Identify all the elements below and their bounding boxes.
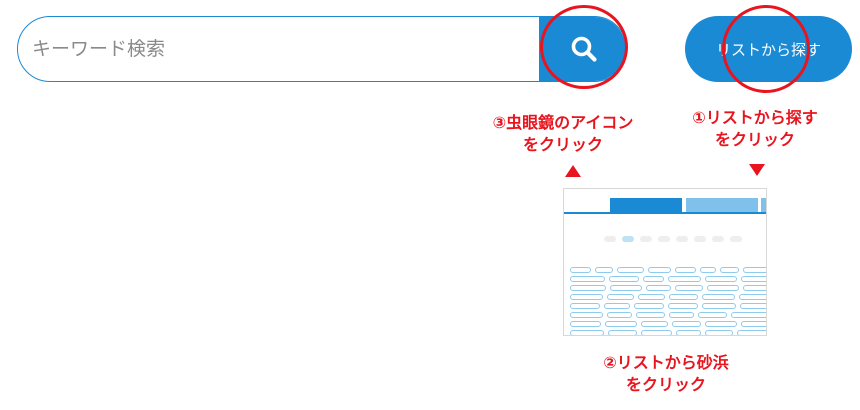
thumbnail-item-pill bbox=[707, 285, 740, 291]
thumbnail-item-pill bbox=[595, 267, 614, 273]
thumbnail-item-pill bbox=[641, 321, 668, 327]
thumbnail-item-pill bbox=[743, 285, 766, 291]
down-arrow-icon bbox=[749, 164, 765, 176]
thumbnail-item-pill bbox=[647, 267, 671, 273]
thumbnail-item-pill bbox=[609, 285, 643, 291]
list-search-button[interactable]: リストから探す bbox=[685, 16, 852, 82]
thumbnail-item-pill bbox=[731, 312, 766, 318]
thumbnail-item-pill bbox=[638, 294, 666, 300]
step1-annotation-line2: をクリック bbox=[714, 130, 795, 149]
thumbnail-item-pill bbox=[570, 312, 603, 318]
thumbnail-chip bbox=[712, 236, 724, 242]
thumbnail-item-pill bbox=[702, 294, 736, 300]
thumbnail-item-pill bbox=[570, 330, 605, 335]
thumbnail-chip bbox=[676, 236, 688, 242]
thumbnail-item-pill bbox=[604, 303, 630, 309]
thumbnail-item-grid bbox=[570, 267, 766, 335]
search-button[interactable] bbox=[539, 17, 626, 81]
step1-annotation: ①リストから探す をクリック bbox=[690, 107, 820, 151]
thumbnail-item-pill bbox=[606, 312, 633, 318]
thumbnail-item-pill bbox=[641, 330, 672, 335]
thumbnail-item-pill bbox=[669, 294, 699, 300]
step1-annotation-line1: ①リストから探す bbox=[692, 108, 818, 127]
thumbnail-item-pill bbox=[570, 303, 600, 309]
thumbnail-item-row bbox=[570, 267, 766, 273]
thumbnail-item-pill bbox=[634, 303, 664, 309]
thumbnail-item-pill bbox=[672, 321, 701, 327]
search-box bbox=[17, 16, 627, 82]
thumbnail-item-pill bbox=[705, 276, 737, 282]
thumbnail-item-pill bbox=[668, 276, 702, 282]
thumbnail-item-row bbox=[570, 312, 766, 318]
step2-annotation: ②リストから砂浜 をクリック bbox=[586, 352, 746, 396]
thumbnail-chip bbox=[622, 236, 634, 242]
thumbnail-item-pill bbox=[636, 312, 666, 318]
up-arrow-icon bbox=[565, 165, 581, 177]
thumbnail-item-pill bbox=[740, 303, 766, 309]
thumbnail-item-row bbox=[570, 285, 766, 291]
thumbnail-item-pill bbox=[570, 267, 592, 273]
thumbnail-item-pill bbox=[743, 267, 766, 273]
list-search-button-label: リストから探す bbox=[715, 40, 821, 59]
thumbnail-chip bbox=[604, 236, 616, 242]
thumbnail-item-pill bbox=[675, 330, 701, 335]
step3-annotation-line2: をクリック bbox=[522, 135, 603, 154]
thumbnail-item-pill bbox=[609, 276, 639, 282]
thumbnail-item-row bbox=[570, 321, 766, 327]
thumbnail-chip bbox=[730, 236, 742, 242]
thumbnail-item-pill bbox=[699, 267, 716, 273]
thumbnail-item-pill bbox=[698, 312, 728, 318]
thumbnail-item-pill bbox=[739, 294, 766, 300]
thumbnail-item-pill bbox=[668, 303, 698, 309]
thumbnail-item-pill bbox=[674, 267, 696, 273]
thumbnail-item-pill bbox=[570, 321, 601, 327]
thumbnail-tab-bar bbox=[564, 198, 766, 214]
thumbnail-item-row bbox=[570, 330, 766, 335]
thumbnail-item-pill bbox=[604, 321, 638, 327]
thumbnail-item-pill bbox=[741, 321, 766, 327]
thumbnail-item-pill bbox=[674, 285, 704, 291]
step3-annotation-line1: ③虫眼鏡のアイコン bbox=[492, 113, 634, 132]
thumbnail-item-pill bbox=[702, 303, 736, 309]
thumbnail-chip bbox=[694, 236, 706, 242]
thumbnail-item-pill bbox=[669, 312, 695, 318]
thumbnail-item-pill bbox=[740, 276, 766, 282]
search-icon bbox=[571, 36, 597, 62]
thumbnail-tab-active bbox=[610, 198, 682, 212]
search-input[interactable] bbox=[18, 17, 540, 81]
thumbnail-item-pill bbox=[719, 267, 740, 273]
thumbnail-chip bbox=[658, 236, 670, 242]
thumbnail-item-pill bbox=[570, 294, 603, 300]
step2-annotation-line2: をクリック bbox=[625, 375, 706, 394]
thumbnail-tab bbox=[761, 198, 766, 212]
thumbnail-item-pill bbox=[570, 276, 606, 282]
thumbnail-item-pill bbox=[737, 330, 766, 335]
thumbnail-chip bbox=[640, 236, 652, 242]
thumbnail-tab bbox=[686, 198, 758, 212]
thumbnail-item-pill bbox=[704, 330, 734, 335]
thumbnail-filter-chips bbox=[604, 236, 742, 242]
list-screen-thumbnail bbox=[563, 188, 767, 336]
thumbnail-item-pill bbox=[570, 285, 606, 291]
thumbnail-item-pill bbox=[642, 276, 665, 282]
thumbnail-item-row bbox=[570, 276, 766, 282]
thumbnail-item-pill bbox=[606, 294, 634, 300]
step3-annotation: ③虫眼鏡のアイコン をクリック bbox=[478, 112, 648, 156]
thumbnail-item-pill bbox=[617, 267, 644, 273]
thumbnail-item-pill bbox=[608, 330, 638, 335]
thumbnail-item-row bbox=[570, 294, 766, 300]
step2-annotation-line1: ②リストから砂浜 bbox=[603, 353, 729, 372]
thumbnail-item-pill bbox=[646, 285, 671, 291]
thumbnail-item-row bbox=[570, 303, 766, 309]
thumbnail-item-pill bbox=[704, 321, 738, 327]
